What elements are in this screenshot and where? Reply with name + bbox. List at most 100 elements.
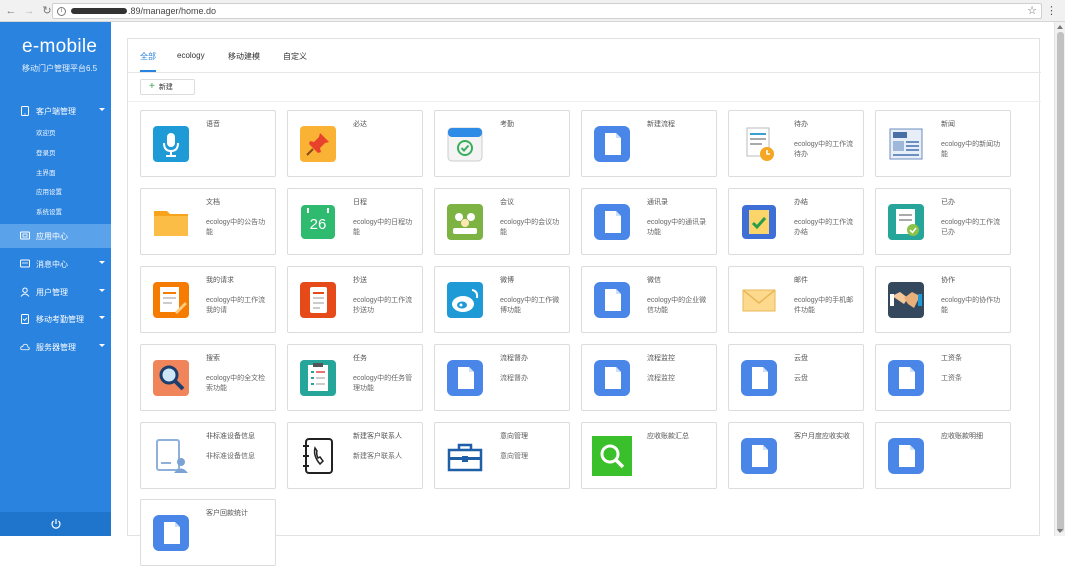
app-card[interactable]: 邮件 ecology中的手机邮件功能	[728, 266, 864, 333]
address-bar[interactable]: i .89/manager/home.do ☆	[52, 3, 1042, 19]
document-icon	[739, 358, 779, 398]
app-card-title: 办结	[794, 199, 808, 206]
sidebar-item-message-center[interactable]: 消息中心	[0, 252, 111, 276]
app-card[interactable]: 流程监控 流程监控	[581, 344, 717, 411]
app-card[interactable]: 应收账款明细	[875, 422, 1011, 489]
app-card[interactable]: 流程督办 流程督办	[434, 344, 570, 411]
app-card-description: ecology中的日程功能	[353, 219, 413, 236]
pushpin-icon	[298, 124, 338, 164]
tab-custom[interactable]: 自定义	[283, 51, 307, 62]
divider	[128, 101, 1041, 102]
scroll-up-icon[interactable]	[1057, 25, 1063, 29]
app-card[interactable]: 新建流程	[581, 110, 717, 177]
app-card[interactable]: 新闻 ecology中的新闻功能	[875, 110, 1011, 177]
sidebar-item-attendance[interactable]: 移动考勤管理	[0, 307, 111, 331]
app-card[interactable]: 应收账款汇总	[581, 422, 717, 489]
bookmark-star-icon[interactable]: ☆	[1027, 4, 1037, 17]
active-tab-indicator	[140, 70, 156, 72]
sidebar-item-server-management[interactable]: 服务器管理	[0, 335, 111, 359]
handshake-icon	[886, 280, 926, 320]
sidebar-subitem-welcome[interactable]: 欢迎页	[36, 127, 56, 137]
app-grid-icon	[20, 231, 30, 241]
app-card-description: ecology中的会议功能	[500, 219, 560, 236]
app-card[interactable]: 工资条 工资条	[875, 344, 1011, 411]
app-card[interactable]: 非标准设备信息 非标准设备信息	[140, 422, 276, 489]
app-card[interactable]: 已办 ecology中的工作流已办	[875, 188, 1011, 255]
browser-toolbar: ← → ↻ i .89/manager/home.do ☆ ⋮	[0, 0, 1065, 22]
app-card-description: 意向管理	[500, 453, 528, 460]
app-card[interactable]: 客户回款统计	[140, 499, 276, 566]
app-card[interactable]: 协作 ecology中的协作功能	[875, 266, 1011, 333]
back-icon[interactable]: ←	[4, 4, 18, 18]
sidebar-item-user-management[interactable]: 用户管理	[0, 280, 111, 304]
cloud-icon	[20, 342, 30, 352]
sidebar-item-app-center[interactable]: 应用中心	[0, 224, 111, 248]
sidebar-subitem-system-settings[interactable]: 系统设置	[36, 206, 62, 216]
folder-icon	[151, 202, 191, 242]
document-icon	[592, 358, 632, 398]
url-text: .89/manager/home.do	[128, 6, 217, 16]
app-card-description: ecology中的工作流我的请	[206, 297, 266, 314]
browser-menu-icon[interactable]: ⋮	[1046, 4, 1057, 17]
app-card[interactable]: 意向管理 意向管理	[434, 422, 570, 489]
task-list-icon	[298, 358, 338, 398]
app-card-title: 新闻	[941, 121, 955, 128]
document-icon	[445, 358, 485, 398]
app-card-title: 流程督办	[500, 355, 528, 362]
app-card-title: 任务	[353, 355, 367, 362]
tab-all[interactable]: 全部	[140, 51, 156, 62]
tab-ecology[interactable]: ecology	[177, 51, 205, 60]
app-card-title: 日程	[353, 199, 367, 206]
weibo-icon	[445, 280, 485, 320]
chevron-down-icon	[99, 108, 105, 111]
app-card[interactable]: 微信 ecology中的企业微信功能	[581, 266, 717, 333]
app-card[interactable]: 会议 ecology中的会议功能	[434, 188, 570, 255]
app-card-description: ecology中的公告功能	[206, 219, 266, 236]
app-card[interactable]: 通讯录 ecology中的通讯录功能	[581, 188, 717, 255]
power-button[interactable]	[0, 512, 111, 536]
app-card[interactable]: 搜索 ecology中的全文检索功能	[140, 344, 276, 411]
app-card-description: ecology中的手机邮件功能	[794, 297, 854, 314]
tab-mobile-modeling[interactable]: 移动建模	[228, 51, 260, 62]
app-card-title: 考勤	[500, 121, 514, 128]
sidebar-item-client-management[interactable]: 客户端管理	[0, 99, 111, 123]
app-card[interactable]: 新建客户联系人 新建客户联系人	[287, 422, 423, 489]
newspaper-icon	[886, 124, 926, 164]
document-icon	[151, 513, 191, 553]
page-scrollbar[interactable]	[1054, 22, 1065, 536]
scroll-down-icon[interactable]	[1057, 529, 1063, 533]
app-card[interactable]: 考勤	[434, 110, 570, 177]
app-card[interactable]: 待办 ecology中的工作流待办	[728, 110, 864, 177]
app-card[interactable]: 我的请求 ecology中的工作流我的请	[140, 266, 276, 333]
app-card-description: ecology中的工作流抄送功	[353, 297, 413, 314]
app-card-description: 非标准设备信息	[206, 453, 255, 460]
add-button[interactable]: + 新建	[140, 79, 195, 95]
app-card[interactable]: 必达	[287, 110, 423, 177]
chevron-down-icon	[99, 289, 105, 292]
forward-icon[interactable]: →	[22, 4, 36, 18]
app-card[interactable]: 微博 ecology中的工作微博功能	[434, 266, 570, 333]
info-icon[interactable]: i	[57, 6, 66, 16]
app-card-title: 邮件	[794, 277, 808, 284]
message-icon	[20, 259, 30, 269]
app-card[interactable]: 云盘 云盘	[728, 344, 864, 411]
app-card-description: 云盘	[794, 375, 808, 382]
app-card[interactable]: 语音	[140, 110, 276, 177]
sidebar-subitem-login[interactable]: 登录页	[36, 147, 56, 157]
sidebar-subitem-main[interactable]: 主界面	[36, 167, 56, 177]
app-card[interactable]: 办结 ecology中的工作流办结	[728, 188, 864, 255]
phone-icon	[20, 106, 30, 116]
contact-book-icon	[298, 436, 338, 476]
scroll-thumb[interactable]	[1057, 32, 1064, 532]
app-card-title: 客户月度应收实收	[794, 433, 850, 440]
app-card[interactable]: 文档 ecology中的公告功能	[140, 188, 276, 255]
app-card-title: 通讯录	[647, 199, 668, 206]
sidebar-subitem-app-settings[interactable]: 应用设置	[36, 186, 62, 196]
app-card[interactable]: 客户月度应收实收	[728, 422, 864, 489]
app-card[interactable]: 抄送 ecology中的工作流抄送功	[287, 266, 423, 333]
app-card[interactable]: 任务 ecology中的任务管理功能	[287, 344, 423, 411]
app-card[interactable]: 26 日程 ecology中的日程功能	[287, 188, 423, 255]
app-card-title: 新建客户联系人	[353, 433, 402, 440]
tab-bar: 全部 ecology 移动建模 自定义	[128, 39, 1041, 73]
plus-icon: +	[149, 81, 155, 92]
